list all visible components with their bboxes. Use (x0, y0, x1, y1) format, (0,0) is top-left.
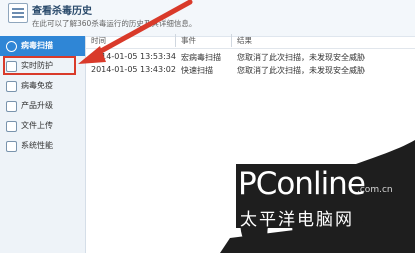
watermark-chinese: 太平洋电脑网 (240, 210, 354, 230)
watermark-domain: .com.cn (357, 185, 393, 195)
watermark-brand: PConline (238, 166, 366, 202)
